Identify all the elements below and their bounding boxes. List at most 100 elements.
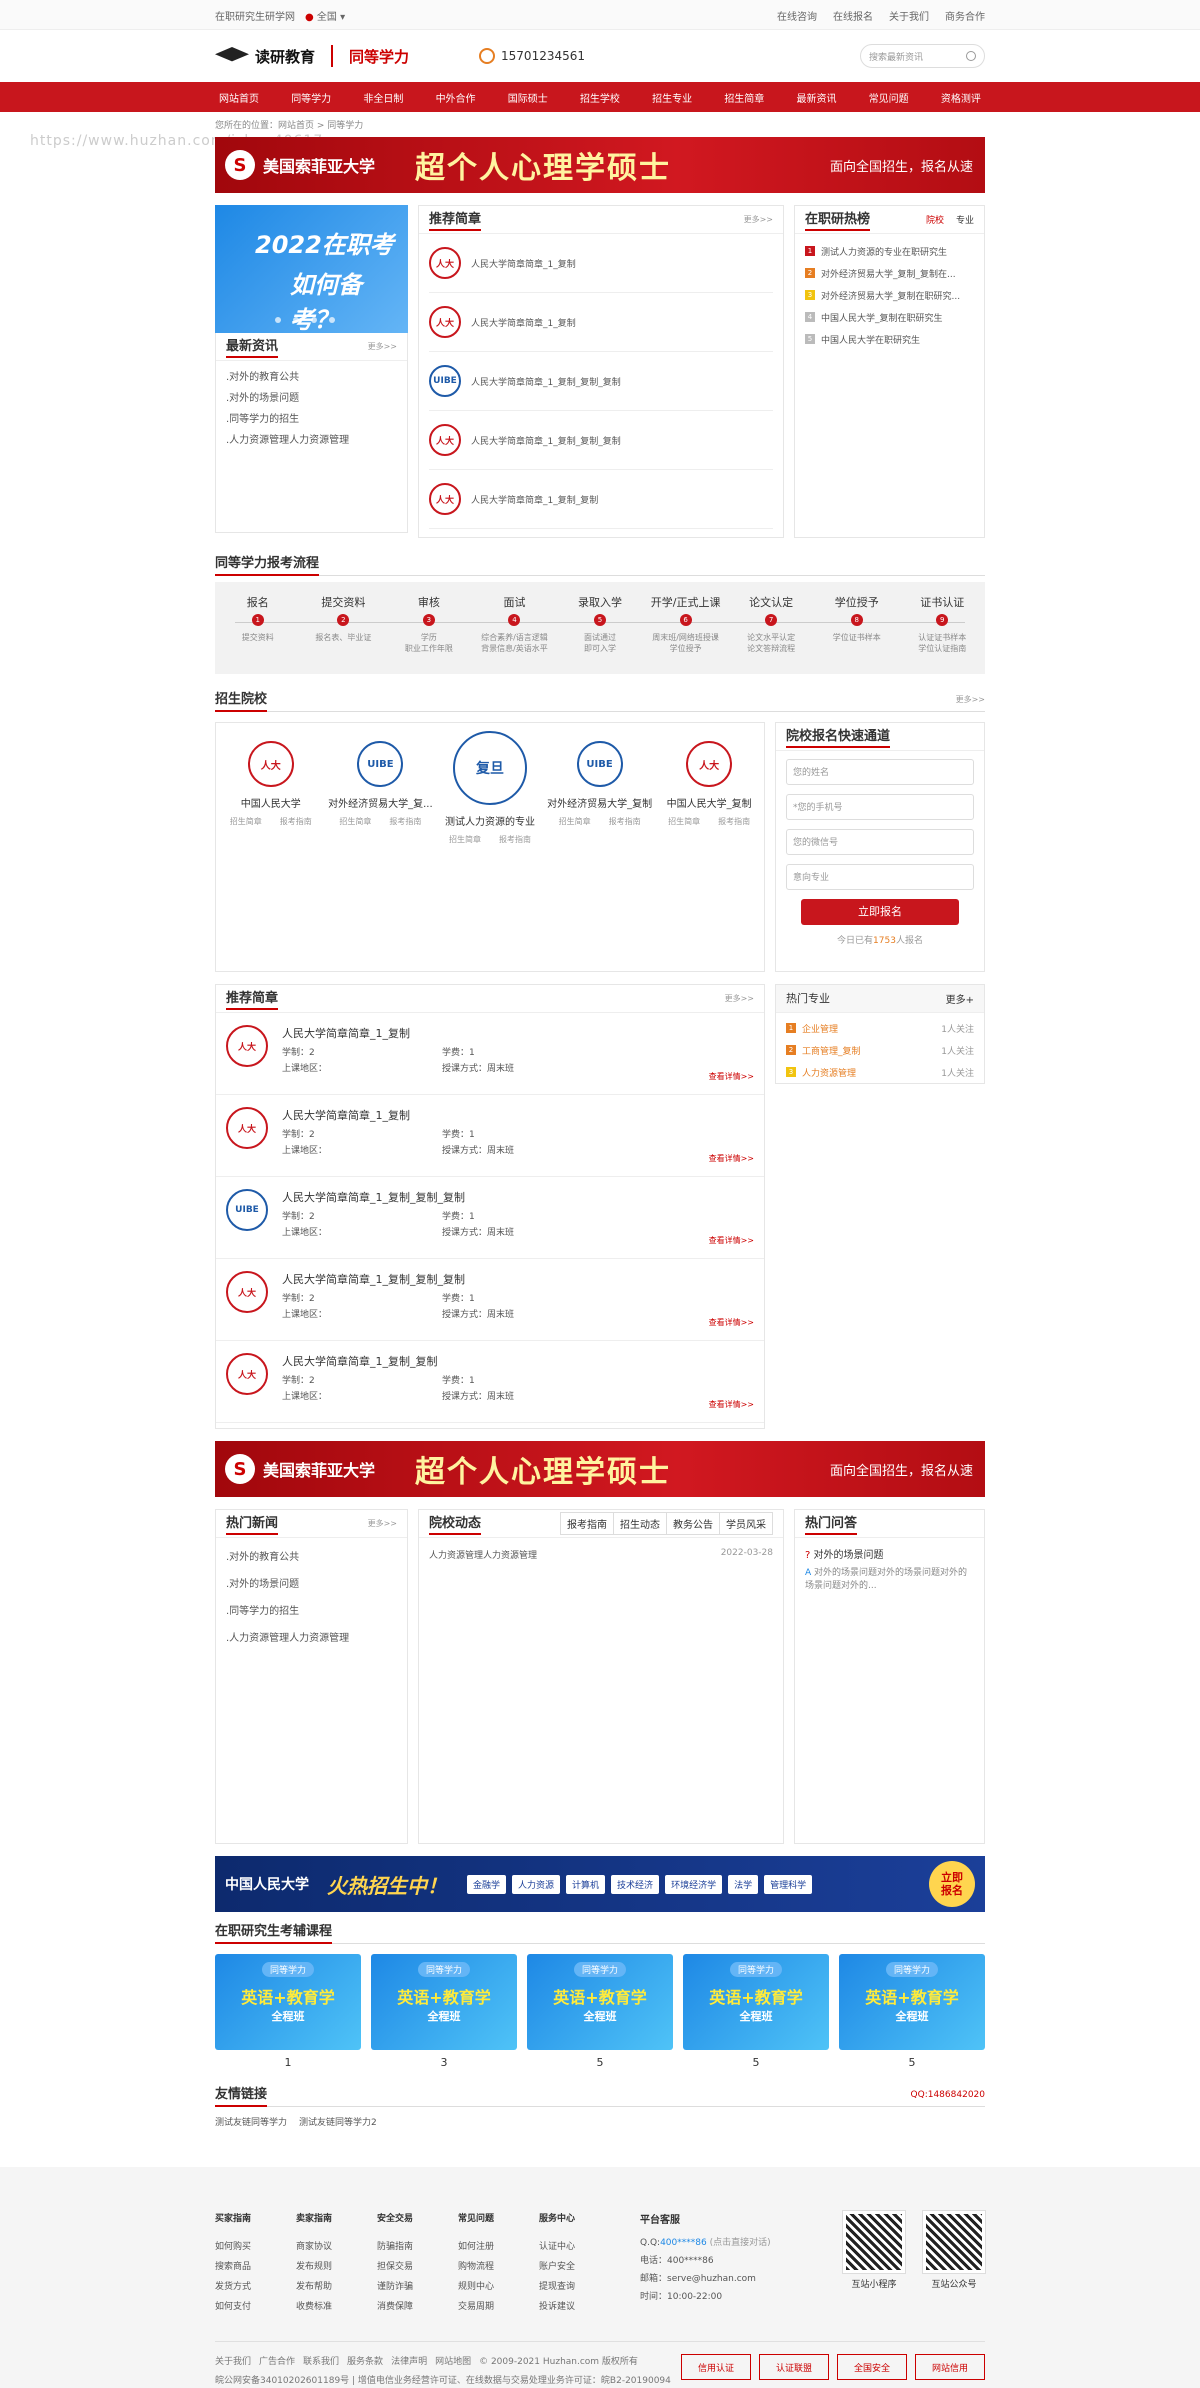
course-image[interactable]: 同等学力 英语+教育学 全程班 [215,1954,361,2050]
course-image[interactable]: 同等学力 英语+教育学 全程班 [683,1954,829,2050]
cta-major-chip[interactable]: 计算机 [566,1874,606,1894]
qa-question[interactable]: ? 对外的场景问题 [805,1546,974,1561]
footer-link[interactable]: 收费标准 [296,2299,377,2319]
name-input[interactable]: 您的姓名 [786,759,974,785]
school-brief-link[interactable]: 招生简章 [449,834,481,845]
footer-bottom-link[interactable]: 服务条款 [347,2354,383,2367]
brief-detail-row[interactable]: UIBE 人民大学简章简章_1_复制_复制_复制 学制：2 学费：1 上课地区： 授课方式… [216,1177,764,1259]
nav-item-2[interactable]: 非全日制 [359,90,407,105]
footer-link[interactable]: 如何支付 [215,2299,296,2319]
footer-link[interactable]: 提现查询 [539,2279,620,2299]
trust-badge[interactable]: 全国安全 [837,2354,907,2380]
svc-mail[interactable]: 邮箱：serve@huzhan.com [640,2271,771,2289]
nav-item-7[interactable]: 招生简章 [720,90,768,105]
brief-detail-row[interactable]: 人大 人民大学简章简章_1_复制 学制：2 学费：1 上课地区： 授课方式：周末班 查看详情… [216,1095,764,1177]
detail-link[interactable]: 查看详情>> [709,1153,754,1164]
rec-briefs2-more[interactable]: 更多>> [725,993,754,1004]
hot-major-item[interactable]: 1 企业管理 1人关注 [776,1017,984,1039]
nav-item-4[interactable]: 国际硕士 [504,90,552,105]
slider-dots[interactable] [275,317,335,323]
footer-link[interactable]: 交易周期 [458,2299,539,2319]
school-card[interactable]: UIBE 对外经济贸易大学_复制 招生简章 报考指南 [545,741,655,845]
tab-student-style[interactable]: 学员风采 [719,1512,773,1535]
hot-news-item[interactable]: .人力资源管理人力资源管理 [226,1625,397,1652]
tab-admission-news[interactable]: 招生动态 [613,1512,667,1535]
footer-link[interactable]: 商家协议 [296,2239,377,2259]
school-brief-link[interactable]: 招生简章 [339,816,371,827]
footer-link[interactable]: 投诉建议 [539,2299,620,2319]
school-card[interactable]: 人大 中国人民大学 招生简章 报考指南 [216,741,326,845]
wechat-input[interactable]: 您的微信号 [786,829,974,855]
school-guide-link[interactable]: 报考指南 [499,834,531,845]
cta-major-chip[interactable]: 技术经济 [611,1874,660,1894]
signup-button[interactable]: 立即报名 [801,899,959,925]
mid-banner[interactable]: S 美国索菲亚大学 超个人心理学硕士 面向全国招生，报名从速 [215,1441,985,1497]
brief-title[interactable]: 人民大学简章简章_1_复制 [282,1025,754,1041]
latest-news-item[interactable]: .对外的教育公共 [226,367,397,388]
school-card[interactable]: 人大 中国人民大学_复制 招生简章 报考指南 [654,741,764,845]
nav-item-9[interactable]: 常见问题 [865,90,913,105]
hot-major-item[interactable]: 3 人力资源管理 1人关注 [776,1061,984,1083]
topbar-link-consult[interactable]: 在线咨询 [777,8,817,23]
nav-item-6[interactable]: 招生专业 [648,90,696,105]
detail-link[interactable]: 查看详情>> [709,1071,754,1082]
brief-title[interactable]: 人民大学简章简章_1_复制_复制_复制 [282,1189,754,1205]
search-input[interactable]: 搜索最新资讯 [869,50,966,63]
top-banner[interactable]: S 美国索菲亚大学 超个人心理学硕士 面向全国招生，报名从速 [215,137,985,193]
footer-link[interactable]: 账户安全 [539,2259,620,2279]
latest-news-item[interactable]: .同等学力的招生 [226,409,397,430]
friends-qq[interactable]: QQ:1486842020 [911,2090,985,2100]
hot-rank-item[interactable]: 3 对外经济贸易大学_复制在职研究... [795,284,984,306]
rec-briefs-more[interactable]: 更多>> [744,214,773,225]
hot-news-item[interactable]: .对外的教育公共 [226,1544,397,1571]
schools-more[interactable]: 更多>> [956,694,985,705]
hero-slider[interactable]: 2022在职考 如何备考？ [215,205,408,333]
topbar-link-business[interactable]: 商务合作 [945,8,985,23]
school-brief-link[interactable]: 招生简章 [559,816,591,827]
brief-detail-row[interactable]: 人大 人民大学简章简章_1_复制_复制 学制：2 学费：1 上课地区： 授课方式：周末班查… [216,1341,764,1423]
footer-bottom-link[interactable]: 广告合作 [259,2354,295,2367]
cta-major-chip[interactable]: 法学 [728,1874,759,1894]
brief-item[interactable]: UIBE 人民大学简章简章_1_复制_复制_复制 [429,352,773,411]
trust-badge[interactable]: 网站信用 [915,2354,985,2380]
footer-bottom-link[interactable]: 法律声明 [391,2354,427,2367]
brief-item[interactable]: 人大 人民大学简章简章_1_复制_复制_复制 [429,411,773,470]
cta-major-chip[interactable]: 人力资源 [512,1874,561,1894]
renmin-cta-banner[interactable]: 中国人民大学 火热招生中！ 金融学 人力资源 计算机 技术经济 环境经济学 法学 管理科学 … [215,1856,985,1912]
footer-link[interactable]: 防骗指南 [377,2239,458,2259]
tab-academic-notice[interactable]: 教务公告 [666,1512,720,1535]
topbar-link-about[interactable]: 关于我们 [889,8,929,23]
footer-link[interactable]: 搜索商品 [215,2259,296,2279]
detail-link[interactable]: 查看详情>> [709,1399,754,1410]
nav-item-0[interactable]: 网站首页 [215,90,263,105]
brief-detail-row[interactable]: 人大 人民大学简章简章_1_复制 学制：2 学费：1 上课地区： 授课方式：周末班 查看详情… [216,1013,764,1095]
footer-link[interactable]: 购物流程 [458,2259,539,2279]
brief-detail-row[interactable]: 人大 人民大学简章简章_1_复制_复制_复制 学制：2 学费：1 上课地区： 授课方式：周… [216,1259,764,1341]
course-image[interactable]: 同等学力 英语+教育学 全程班 [839,1954,985,2050]
course-card[interactable]: 同等学力 英语+教育学 全程班 1 [215,1954,361,2069]
tab-majors[interactable]: 专业 [956,213,974,226]
footer-link[interactable]: 担保交易 [377,2259,458,2279]
course-image[interactable]: 同等学力 英语+教育学 全程班 [527,1954,673,2050]
search-box[interactable]: 搜索最新资讯 [860,44,985,68]
cta-major-chip[interactable]: 管理科学 [764,1874,813,1894]
footer-link[interactable]: 如何购买 [215,2239,296,2259]
latest-news-item[interactable]: .对外的场景问题 [226,388,397,409]
hot-news-item[interactable]: .对外的场景问题 [226,1571,397,1598]
school-brief-link[interactable]: 招生简章 [230,816,262,827]
svc-qq[interactable]: Q.Q:400****86 (点击直接对话) [640,2235,771,2253]
footer-link[interactable]: 发布帮助 [296,2279,377,2299]
detail-link[interactable]: 查看详情>> [709,1317,754,1328]
school-guide-link[interactable]: 报考指南 [389,816,421,827]
nav-item-1[interactable]: 同等学力 [287,90,335,105]
hot-rank-item[interactable]: 2 对外经济贸易大学_复制_复制在... [795,262,984,284]
topbar-link-signup[interactable]: 在线报名 [833,8,873,23]
cta-signup-button[interactable]: 立即 报名 [929,1861,975,1907]
nav-item-5[interactable]: 招生学校 [576,90,624,105]
school-guide-link[interactable]: 报考指南 [280,816,312,827]
friend-link[interactable]: 测试友链同等学力 [215,2115,287,2128]
nav-item-3[interactable]: 中外合作 [432,90,480,105]
brief-item[interactable]: 人大 人民大学简章简章_1_复制 [429,234,773,293]
hot-rank-item[interactable]: 1 测试人力资源的专业在职研究生 [795,240,984,262]
school-guide-link[interactable]: 报考指南 [718,816,750,827]
